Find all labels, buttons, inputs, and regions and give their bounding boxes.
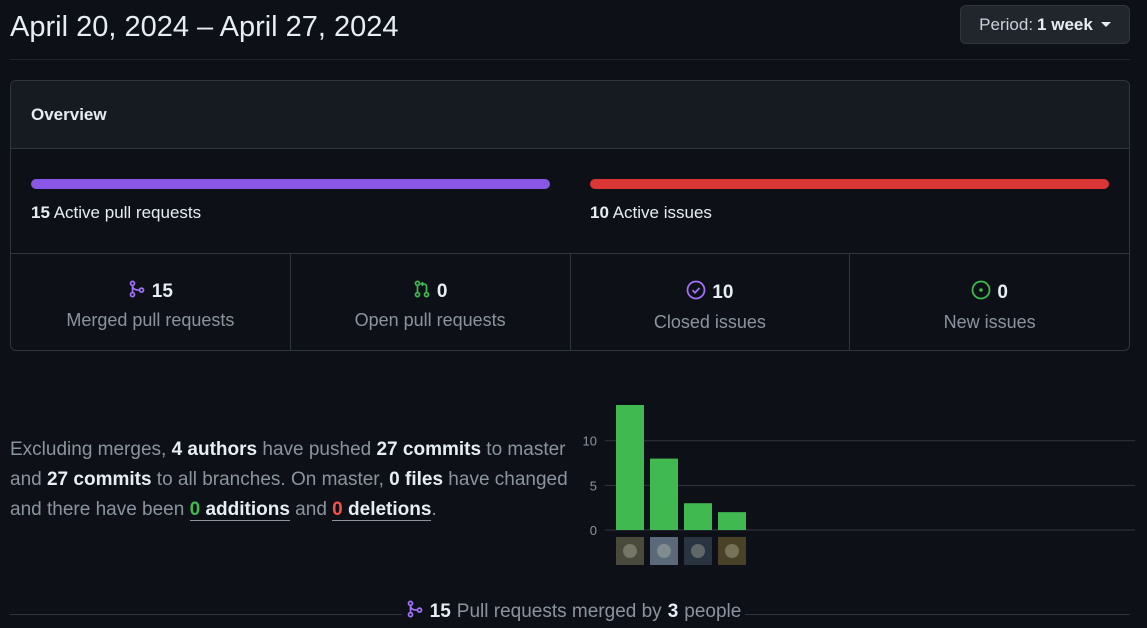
y-tick-label: 5 — [590, 478, 597, 493]
merge-icon — [406, 600, 424, 624]
period-label: Period: — [979, 14, 1034, 34]
pull-requests-merged-summary: 15 Pull requests merged by 3 people — [0, 600, 1147, 624]
merged-count: 15 — [429, 601, 451, 622]
contributor-avatar — [684, 537, 712, 565]
stat-label: Merged pull requests — [66, 310, 235, 330]
files-count: 0 files — [389, 469, 444, 490]
commit-bar — [684, 503, 712, 530]
activity-bars: 15 Active pull requests 10 Active issues — [11, 149, 1129, 254]
active-pull-requests[interactable]: 15 Active pull requests — [31, 179, 550, 223]
stat-merged-pull-requests[interactable]: 15 Merged pull requests — [11, 254, 291, 350]
merge-icon — [128, 280, 146, 304]
stat-label: Closed issues — [653, 312, 766, 332]
stat-value: 0 — [436, 281, 448, 302]
additions-link[interactable]: 0 additions — [189, 499, 290, 521]
commit-summary: Excluding merges, 4 authors have pushed … — [10, 439, 568, 521]
y-tick-label: 10 — [583, 434, 597, 449]
contributor-avatar — [718, 537, 746, 565]
period-dropdown-button[interactable]: Period: 1 week — [960, 5, 1130, 44]
active-issues[interactable]: 10 Active issues — [590, 179, 1109, 223]
stats-row: 15 Merged pull requests 0 Open pull requ… — [11, 254, 1129, 350]
active-issues-label: Active issues — [612, 203, 712, 222]
stat-value: 0 — [997, 282, 1008, 303]
stat-closed-issues[interactable]: 10 Closed issues — [571, 254, 851, 350]
commit-bar — [718, 512, 746, 530]
active-pull-requests-count: 15 — [31, 203, 50, 222]
issue-opened-icon — [971, 280, 991, 306]
active-issues-count: 10 — [590, 203, 609, 222]
active-pull-requests-label: Active pull requests — [53, 203, 202, 222]
issues-bar — [590, 179, 1109, 189]
stat-value: 15 — [151, 281, 173, 302]
stat-new-issues[interactable]: 0 New issues — [850, 254, 1129, 350]
overview-panel: Overview 15 Active pull requests 10 Acti… — [10, 80, 1130, 351]
stat-open-pull-requests[interactable]: 0 Open pull requests — [291, 254, 571, 350]
date-range-title: April 20, 2024 – April 27, 2024 — [10, 11, 399, 43]
commit-bar — [616, 405, 644, 530]
pull-request-icon — [413, 280, 431, 304]
stat-label: Open pull requests — [354, 310, 506, 330]
y-tick-label: 0 — [590, 523, 597, 538]
caret-down-icon — [1100, 22, 1111, 27]
stat-label: New issues — [943, 312, 1036, 332]
period-value: 1 week — [1037, 14, 1093, 34]
pull-requests-bar — [31, 179, 550, 189]
contributor-avatar — [616, 537, 644, 565]
issue-closed-icon — [686, 280, 706, 306]
commit-bar — [650, 458, 678, 530]
header: April 20, 2024 – April 27, 2024 Period: … — [10, 0, 1130, 60]
deletions-link[interactable]: 0 deletions — [332, 499, 432, 521]
overview-title: Overview — [11, 81, 1129, 149]
stat-value: 10 — [712, 282, 734, 303]
authors-count: 4 authors — [171, 439, 258, 460]
contributor-avatar — [650, 537, 678, 565]
contributors-chart: 0 5 10 — [583, 405, 1135, 565]
commits-all-count: 27 commits — [46, 469, 152, 490]
commits-master-count: 27 commits — [376, 439, 482, 460]
people-count: 3 — [667, 601, 679, 622]
